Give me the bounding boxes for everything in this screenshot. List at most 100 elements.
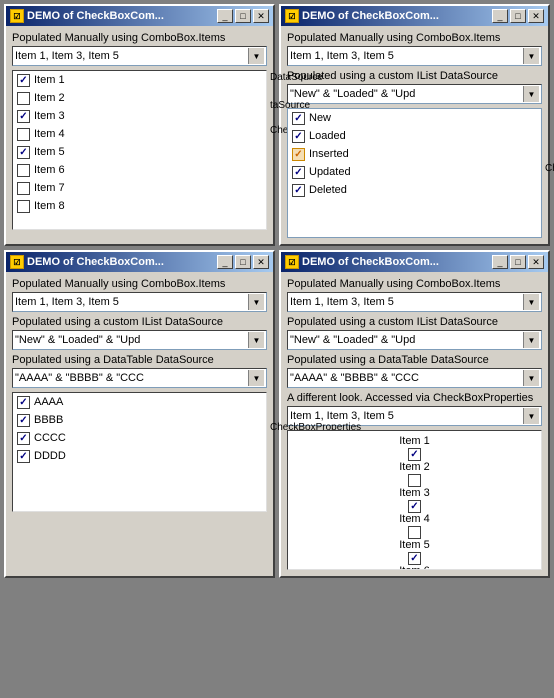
list-item[interactable]: Loaded [288, 127, 541, 145]
combo-arrow-3[interactable]: ▼ [248, 294, 264, 310]
manual-combo-row-4: Item 1, Item 3, Item 5 ▼ [287, 292, 542, 312]
checkbox-inserted[interactable] [292, 148, 305, 161]
list-item[interactable]: Item 1 [13, 71, 266, 89]
panel1-list[interactable]: Item 1 Item 2 Item 3 Item 4 [12, 70, 267, 230]
checkbox-updated[interactable] [292, 166, 305, 179]
manual-combo-4[interactable]: Item 1, Item 3, Item 5 ▼ [287, 292, 542, 312]
list-item[interactable]: Item 6 [13, 161, 266, 179]
combo-arrow-1[interactable]: ▼ [248, 48, 264, 64]
checkbox-new[interactable] [292, 112, 305, 125]
list-item[interactable]: CCCC [13, 429, 266, 447]
combo-arrow-4[interactable]: ▼ [523, 294, 539, 310]
checkbox-cccc[interactable] [17, 432, 30, 445]
combo-arrow-dt-3[interactable]: ▼ [248, 370, 264, 386]
list-item[interactable]: New [288, 109, 541, 127]
checkbox-dddd[interactable] [17, 450, 30, 463]
item-label: Item 8 [34, 200, 65, 212]
list-item[interactable]: AAAA [13, 393, 266, 411]
datatable-combo-row-3: "AAAA" & "BBBB" & "CCC ▼ [12, 368, 267, 388]
combo-arrow-dt-4[interactable]: ▼ [523, 370, 539, 386]
panel4-item[interactable]: Item 3 [399, 487, 430, 513]
minimize-button-1[interactable]: _ [217, 9, 233, 23]
checkbox-bbbb[interactable] [17, 414, 30, 427]
checkbox-item2[interactable] [17, 92, 30, 105]
datatable-combo-4[interactable]: "AAAA" & "BBBB" & "CCC ▼ [287, 368, 542, 388]
datatable-combo-3[interactable]: "AAAA" & "BBBB" & "CCC ▼ [12, 368, 267, 388]
title-bar-2: ☑ DEMO of CheckBoxCom... _ □ ✕ [281, 6, 548, 26]
panel4-item[interactable]: Item 5 [399, 539, 430, 565]
item-label: Item 5 [399, 539, 430, 551]
checkbox-item6[interactable] [17, 164, 30, 177]
list-item[interactable]: Item 2 [13, 89, 266, 107]
item-label: Item 5 [34, 146, 65, 158]
maximize-button-4[interactable]: □ [510, 255, 526, 269]
close-button-4[interactable]: ✕ [528, 255, 544, 269]
close-button-3[interactable]: ✕ [253, 255, 269, 269]
combo-arrow-ds-2[interactable]: ▼ [523, 86, 539, 102]
datasource-label-right: DataSource [270, 72, 335, 83]
list-item[interactable]: Updated [288, 163, 541, 181]
manual-combo-1[interactable]: Item 1, Item 3, Item 5 ▼ [12, 46, 267, 66]
manual-label-3: Populated Manually using ComboBox.Items [12, 278, 267, 290]
checkbox-p4-5[interactable] [408, 552, 421, 565]
manual-combo-2[interactable]: Item 1, Item 3, Item 5 ▼ [287, 46, 542, 66]
list-item[interactable]: Item 4 [13, 125, 266, 143]
combo-arrow-2[interactable]: ▼ [523, 48, 539, 64]
list-item[interactable]: Item 8 [13, 197, 266, 215]
list-item[interactable]: Deleted [288, 181, 541, 199]
list-item[interactable]: BBBB [13, 411, 266, 429]
main-container: ☑ DEMO of CheckBoxCom... _ □ ✕ Populated… [4, 4, 550, 578]
list-item[interactable]: Inserted [288, 145, 541, 163]
combo-arrow-ds-3[interactable]: ▼ [248, 332, 264, 348]
manual-combo-row-3: Item 1, Item 3, Item 5 ▼ [12, 292, 267, 312]
maximize-button-2[interactable]: □ [510, 9, 526, 23]
panel2-dropdown-list[interactable]: New Loaded Inserted Updated [287, 108, 542, 238]
item-label: Item 3 [399, 487, 430, 499]
panel4-list[interactable]: Item 1 Item 2 Item 3 Item 4 [287, 430, 542, 570]
panel4-item[interactable]: Item 1 [399, 435, 430, 461]
list-item[interactable]: Item 3 [13, 107, 266, 125]
list-item[interactable]: Item 5 [13, 143, 266, 161]
close-button-1[interactable]: ✕ [253, 9, 269, 23]
checkbox-p4-3[interactable] [408, 500, 421, 513]
panel3-list[interactable]: AAAA BBBB CCCC DDDD [12, 392, 267, 512]
checkbox-item1[interactable] [17, 74, 30, 87]
title-buttons-2: _ □ ✕ [492, 9, 544, 23]
manual-combo-3[interactable]: Item 1, Item 3, Item 5 ▼ [12, 292, 267, 312]
combo-arrow-ds-4[interactable]: ▼ [523, 332, 539, 348]
checkbox-p4-1[interactable] [408, 448, 421, 461]
panel4-item[interactable]: Item 6 [399, 565, 430, 570]
panel4-item[interactable]: Item 4 [399, 513, 430, 539]
checkbox-p4-4[interactable] [408, 526, 421, 539]
datatable-label-3: Populated using a DataTable DataSource [12, 354, 267, 366]
maximize-button-1[interactable]: □ [235, 9, 251, 23]
app-icon-2: ☑ [285, 9, 299, 23]
minimize-button-3[interactable]: _ [217, 255, 233, 269]
datasource-combo-4[interactable]: "New" & "Loaded" & "Upd ▼ [287, 330, 542, 350]
list-item[interactable]: Item 7 [13, 179, 266, 197]
checkbox-item7[interactable] [17, 182, 30, 195]
minimize-button-4[interactable]: _ [492, 255, 508, 269]
panel1-list-container: Item 1 Item 2 Item 3 Item 4 [12, 70, 267, 230]
list-item[interactable]: DDDD [13, 447, 266, 465]
maximize-button-3[interactable]: □ [235, 255, 251, 269]
panel4-item[interactable]: Item 2 [399, 461, 430, 487]
datasource-combo-3[interactable]: "New" & "Loaded" & "Upd ▼ [12, 330, 267, 350]
minimize-button-2[interactable]: _ [492, 9, 508, 23]
item-label: Item 7 [34, 182, 65, 194]
manual-label-1: Populated Manually using ComboBox.Items [12, 32, 267, 44]
checkbox-loaded[interactable] [292, 130, 305, 143]
checkbox-item5[interactable] [17, 146, 30, 159]
checkbox-p4-2[interactable] [408, 474, 421, 487]
combo-arrow-dl[interactable]: ▼ [523, 408, 539, 424]
datatable-combo-row-4: "AAAA" & "BBBB" & "CCC ▼ [287, 368, 542, 388]
checkbox-deleted[interactable] [292, 184, 305, 197]
checkbox-aaaa[interactable] [17, 396, 30, 409]
item-label: CCCC [34, 432, 66, 444]
checkbox-item4[interactable] [17, 128, 30, 141]
item-label: Item 3 [34, 110, 65, 122]
checkbox-item3[interactable] [17, 110, 30, 123]
close-button-2[interactable]: ✕ [528, 9, 544, 23]
item-label: Item 2 [399, 461, 430, 473]
checkbox-item8[interactable] [17, 200, 30, 213]
